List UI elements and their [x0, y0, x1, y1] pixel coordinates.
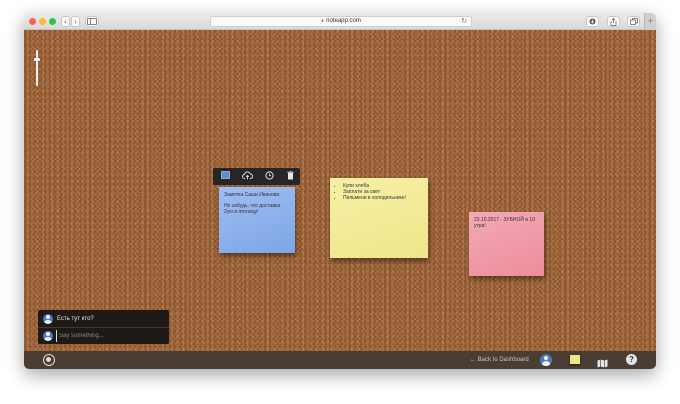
- upload-cloud-icon[interactable]: [242, 171, 254, 182]
- note-body: 23.10.2017 - ЗУБНОЙ в 10 утра!: [474, 217, 535, 229]
- help-icon[interactable]: ?: [626, 354, 637, 365]
- color-picker-icon[interactable]: [220, 171, 231, 182]
- sticky-note-pink[interactable]: 23.10.2017 - ЗУБНОЙ в 10 утра!: [469, 212, 544, 276]
- forward-button[interactable]: ›: [71, 16, 80, 27]
- address-bar[interactable]: ● noteapp.com ↻: [210, 16, 472, 27]
- clock-icon[interactable]: [264, 171, 275, 182]
- list-item: Пельмени в холодильнике!: [343, 195, 423, 201]
- new-tab-button[interactable]: +: [644, 13, 656, 30]
- close-window-button[interactable]: [29, 18, 36, 25]
- trash-icon[interactable]: [285, 171, 296, 182]
- zoom-handle[interactable]: [34, 58, 40, 62]
- note-toolbar: [213, 168, 300, 185]
- sidebar-icon[interactable]: [85, 16, 99, 27]
- user-avatar-icon: [43, 314, 53, 324]
- note-title: Заметка Саши Иванова: [224, 192, 280, 198]
- share-icon[interactable]: [607, 16, 620, 27]
- bottom-toolbar: ← Back to Dashboard ?: [24, 351, 656, 369]
- zoom-slider[interactable]: [34, 50, 40, 86]
- user-avatar-icon: [43, 331, 53, 341]
- lock-icon: ●: [321, 18, 325, 24]
- user-avatar-button[interactable]: [540, 354, 552, 366]
- back-to-dashboard-link[interactable]: ← Back to Dashboard: [470, 356, 529, 364]
- fullscreen-window-button[interactable]: [49, 18, 56, 25]
- chat-message: Есть тут кто?: [38, 311, 169, 327]
- cork-board[interactable]: Заметка Саши Иванова Не забудь, что дост…: [24, 30, 656, 351]
- chat-input[interactable]: [56, 330, 166, 342]
- tabs-overview-icon[interactable]: [627, 16, 640, 27]
- chat-compose: [38, 327, 169, 343]
- minimize-window-button[interactable]: [39, 18, 46, 25]
- note-body: Не забудь, что доставка 2ую в пятницу!: [224, 203, 281, 215]
- sticky-note-yellow[interactable]: Купи хлеба Заплати за свет Пельмени в хо…: [330, 178, 428, 258]
- map-icon[interactable]: [597, 355, 608, 368]
- browser-titlebar: ‹ › ● noteapp.com ↻ +: [24, 13, 656, 30]
- browser-window: ‹ › ● noteapp.com ↻ + Заметка Саши Ивано…: [24, 13, 656, 369]
- settings-icon[interactable]: [43, 354, 55, 366]
- sticky-note-blue[interactable]: Заметка Саши Иванова Не забудь, что дост…: [219, 187, 295, 253]
- download-icon[interactable]: [586, 16, 599, 27]
- chat-message-text: Есть тут кто?: [57, 316, 94, 322]
- back-button[interactable]: ‹: [61, 16, 70, 27]
- chat-panel: Есть тут кто?: [38, 310, 169, 344]
- zoom-track[interactable]: [36, 50, 38, 86]
- note-checklist: Купи хлеба Заплати за свет Пельмени в хо…: [335, 183, 423, 201]
- reload-icon[interactable]: ↻: [461, 17, 467, 26]
- url-text: noteapp.com: [326, 18, 361, 24]
- add-note-icon[interactable]: [570, 355, 580, 364]
